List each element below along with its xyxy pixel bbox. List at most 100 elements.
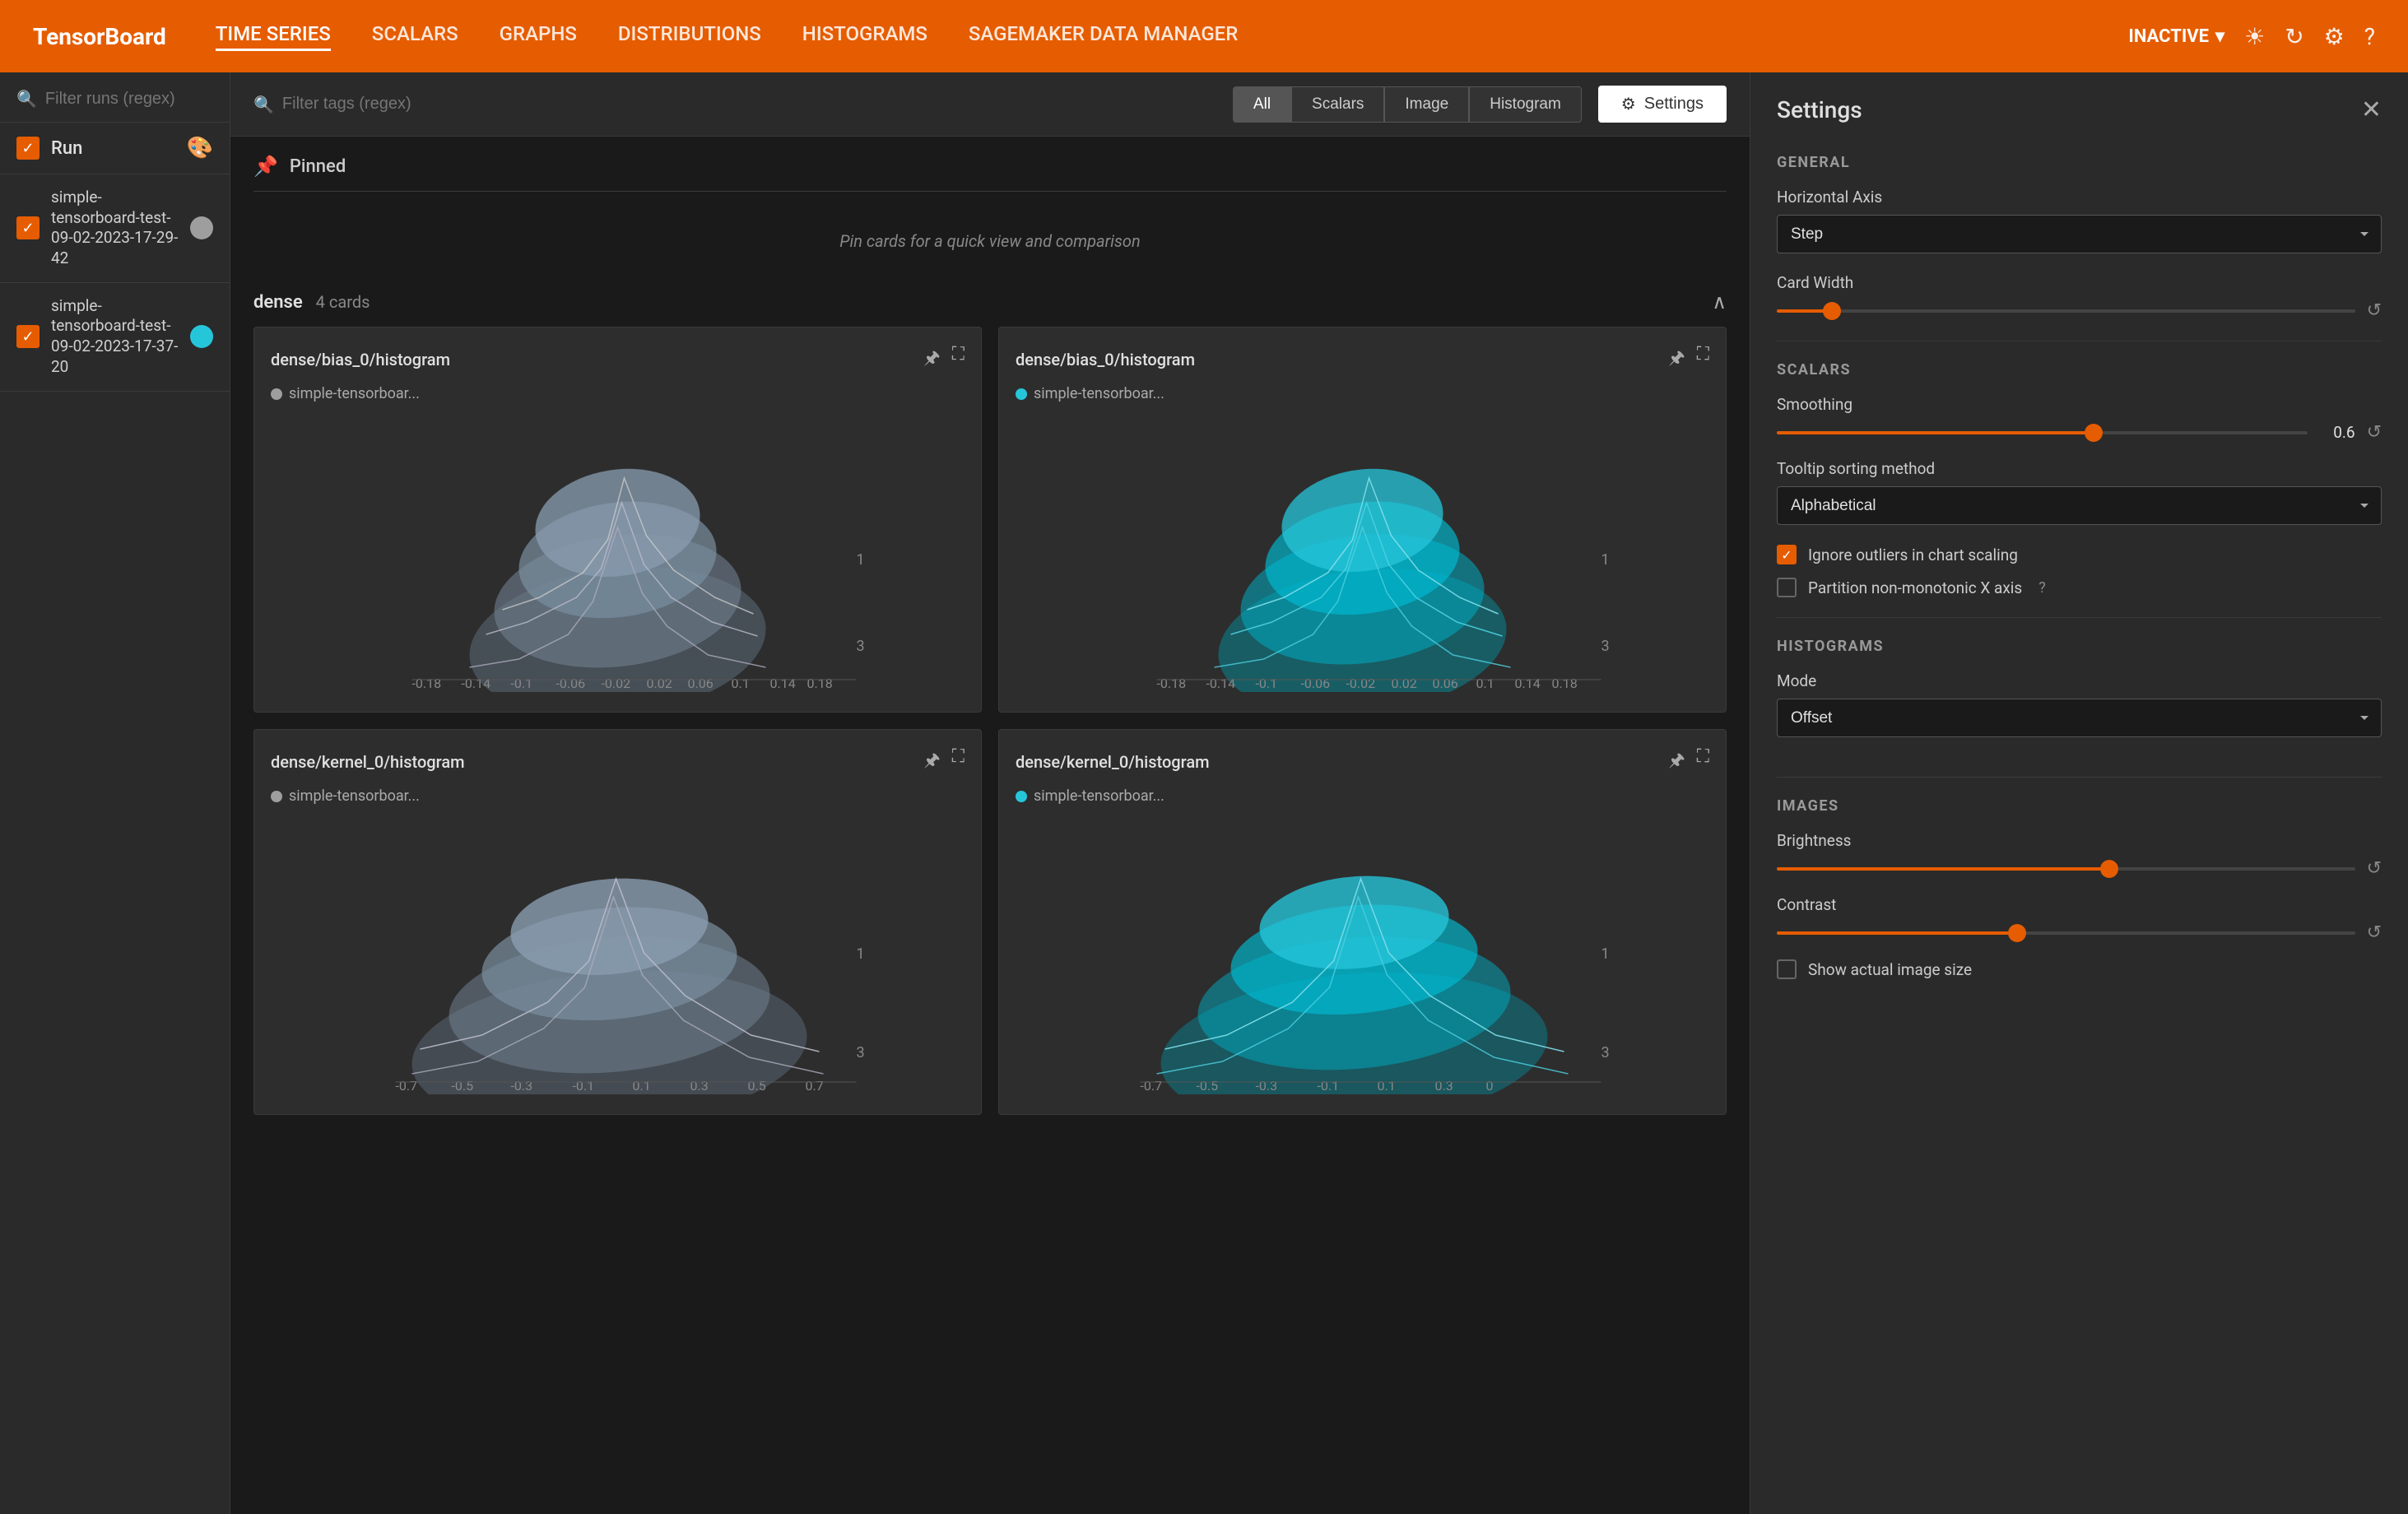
run-checkbox-all[interactable]: ✓ bbox=[16, 137, 40, 160]
settings-icon[interactable]: ⚙ bbox=[2324, 23, 2345, 50]
sidebar-search-area: 🔍 bbox=[0, 72, 230, 123]
pin-chart-3-icon[interactable]: 🖈 bbox=[923, 746, 940, 778]
chart-3-legend-dot bbox=[271, 791, 282, 802]
contrast-reset-icon[interactable]: ↺ bbox=[2367, 922, 2382, 943]
partition-checkbox[interactable] bbox=[1777, 578, 1797, 597]
pin-chart-1-icon[interactable]: 🖈 bbox=[923, 344, 940, 375]
svg-text:0.02: 0.02 bbox=[647, 676, 672, 691]
run-1-checkbox[interactable]: ✓ bbox=[16, 216, 40, 239]
chart-4-legend: simple-tensorboar... bbox=[1016, 787, 1709, 805]
svg-text:-0.18: -0.18 bbox=[1157, 676, 1187, 691]
nav-item-histograms[interactable]: HISTOGRAMS bbox=[802, 22, 927, 51]
refresh-icon[interactable]: ↻ bbox=[2285, 23, 2303, 50]
nav-item-graphs[interactable]: GRAPHS bbox=[500, 22, 577, 51]
ignore-outliers-checkbox[interactable]: ✓ bbox=[1777, 545, 1797, 564]
dense-count: 4 cards bbox=[316, 292, 370, 312]
brightness-thumb[interactable] bbox=[2100, 860, 2118, 878]
nav-item-time-series[interactable]: TIME SERIES bbox=[216, 22, 331, 51]
expand-chart-4-icon[interactable]: ⛶ bbox=[1697, 746, 1709, 778]
chart-2-actions: 🖈 ⛶ bbox=[1668, 344, 1709, 375]
sidebar-run-header: ✓ Run 🎨 bbox=[0, 123, 230, 174]
svg-text:-0.02: -0.02 bbox=[1346, 676, 1376, 691]
nav-item-scalars[interactable]: SCALARS bbox=[372, 22, 458, 51]
expand-chart-2-icon[interactable]: ⛶ bbox=[1697, 344, 1709, 375]
partition-info-icon[interactable]: ? bbox=[2038, 579, 2046, 597]
chart-2-svg: 1 3 -0.18 -0.14 -0.1 -0.06 -0.02 0.02 0.… bbox=[1016, 412, 1709, 692]
nav-item-sagemaker[interactable]: SAGEMAKER DATA MANAGER bbox=[969, 22, 1238, 51]
svg-text:1: 1 bbox=[1601, 551, 1610, 569]
contrast-track bbox=[1777, 931, 2355, 935]
mode-select[interactable]: Offset bbox=[1777, 699, 2382, 737]
contrast-thumb[interactable] bbox=[2008, 924, 2026, 942]
chart-1-legend-dot bbox=[271, 388, 282, 400]
tooltip-sorting-select[interactable]: Alphabetical bbox=[1777, 486, 2382, 525]
settings-button[interactable]: ⚙ Settings bbox=[1598, 86, 1727, 123]
run-item-1[interactable]: ✓ simple-tensorboard-test-09-02-2023-17-… bbox=[0, 174, 230, 283]
chart-1-legend-label: simple-tensorboar... bbox=[289, 385, 420, 402]
settings-histograms-section: HISTOGRAMS Mode Offset bbox=[1777, 638, 2382, 757]
svg-text:-0.5: -0.5 bbox=[1197, 1078, 1219, 1094]
chart-2-header: dense/bias_0/histogram 🖈 ⛶ bbox=[1016, 344, 1709, 375]
pinned-label: Pinned bbox=[290, 156, 346, 177]
nav-item-distributions[interactable]: DISTRIBUTIONS bbox=[618, 22, 761, 51]
card-width-thumb[interactable] bbox=[1823, 302, 1841, 320]
search-runs-input[interactable] bbox=[45, 90, 213, 109]
expand-chart-1-icon[interactable]: ⛶ bbox=[952, 344, 965, 375]
filter-btn-histogram[interactable]: Histogram bbox=[1469, 86, 1582, 123]
smoothing-thumb[interactable] bbox=[2085, 424, 2103, 442]
run-2-dot bbox=[190, 325, 213, 348]
filter-btn-scalars[interactable]: Scalars bbox=[1291, 86, 1384, 123]
mode-label: Mode bbox=[1777, 671, 2382, 690]
smoothing-reset-icon[interactable]: ↺ bbox=[2367, 422, 2382, 443]
horizontal-axis-label: Horizontal Axis bbox=[1777, 188, 2382, 207]
svg-text:0.1: 0.1 bbox=[1378, 1078, 1396, 1094]
contrast-fill bbox=[1777, 931, 2020, 935]
contrast-label: Contrast bbox=[1777, 895, 2382, 914]
pin-chart-2-icon[interactable]: 🖈 bbox=[1668, 344, 1685, 375]
charts-grid: dense/bias_0/histogram 🖈 ⛶ simple-tensor… bbox=[253, 327, 1727, 1115]
svg-text:0.18: 0.18 bbox=[1552, 676, 1578, 691]
svg-text:-0.14: -0.14 bbox=[462, 676, 491, 691]
smoothing-fill bbox=[1777, 431, 2095, 434]
chart-card-1: dense/bias_0/histogram 🖈 ⛶ simple-tensor… bbox=[253, 327, 982, 713]
help-icon[interactable]: ? bbox=[2364, 23, 2375, 50]
horizontal-axis-select[interactable]: Step bbox=[1777, 215, 2382, 253]
run-item-2[interactable]: ✓ simple-tensorboard-test-09-02-2023-17-… bbox=[0, 283, 230, 392]
run-1-dot bbox=[190, 216, 213, 239]
brightness-fill bbox=[1777, 867, 2112, 871]
show-actual-checkbox[interactable] bbox=[1777, 959, 1797, 979]
theme-icon[interactable]: ☀ bbox=[2244, 23, 2265, 50]
expand-chart-3-icon[interactable]: ⛶ bbox=[952, 746, 965, 778]
svg-text:-0.5: -0.5 bbox=[452, 1078, 474, 1094]
run-2-checkbox[interactable]: ✓ bbox=[16, 325, 40, 348]
settings-close-button[interactable]: ✕ bbox=[2361, 95, 2382, 124]
chart-1-actions: 🖈 ⛶ bbox=[923, 344, 965, 375]
filter-btn-all[interactable]: All bbox=[1233, 86, 1291, 123]
chart-2-legend-dot bbox=[1016, 388, 1027, 400]
svg-text:0.06: 0.06 bbox=[688, 676, 714, 691]
svg-text:0.1: 0.1 bbox=[633, 1078, 651, 1094]
show-actual-row: Show actual image size bbox=[1777, 959, 2382, 979]
chart-4-title: dense/kernel_0/histogram bbox=[1016, 752, 1668, 772]
chart-2-legend-label: simple-tensorboar... bbox=[1034, 385, 1164, 402]
pin-icon: 📌 bbox=[253, 155, 278, 178]
brightness-reset-icon[interactable]: ↺ bbox=[2367, 858, 2382, 879]
smoothing-track bbox=[1777, 431, 2308, 434]
chart-card-3: dense/kernel_0/histogram 🖈 ⛶ simple-tens… bbox=[253, 729, 982, 1115]
filter-buttons: All Scalars Image Histogram bbox=[1233, 86, 1582, 123]
settings-images-section: IMAGES Brightness ↺ Contrast ↺ Show ac bbox=[1777, 797, 2382, 979]
chart-3-svg: 1 3 -0.7 -0.5 -0.3 -0.1 0.1 0.3 0.5 0.7 bbox=[271, 815, 965, 1094]
content-header: 🔍 All Scalars Image Histogram ⚙ Settings bbox=[230, 72, 1750, 137]
svg-text:1: 1 bbox=[1601, 945, 1610, 963]
filter-btn-image[interactable]: Image bbox=[1384, 86, 1469, 123]
palette-icon[interactable]: 🎨 bbox=[187, 136, 213, 160]
card-width-reset-icon[interactable]: ↺ bbox=[2367, 300, 2382, 321]
filter-tags-input[interactable] bbox=[282, 95, 1216, 114]
svg-text:-0.7: -0.7 bbox=[1141, 1078, 1163, 1094]
brightness-track bbox=[1777, 867, 2355, 871]
collapse-button[interactable]: ∧ bbox=[1712, 290, 1727, 313]
status-dropdown[interactable]: INACTIVE ▾ bbox=[2128, 26, 2224, 47]
svg-text:-0.1: -0.1 bbox=[1318, 1078, 1340, 1094]
pin-chart-4-icon[interactable]: 🖈 bbox=[1668, 746, 1685, 778]
chart-3-legend: simple-tensorboar... bbox=[271, 787, 965, 805]
